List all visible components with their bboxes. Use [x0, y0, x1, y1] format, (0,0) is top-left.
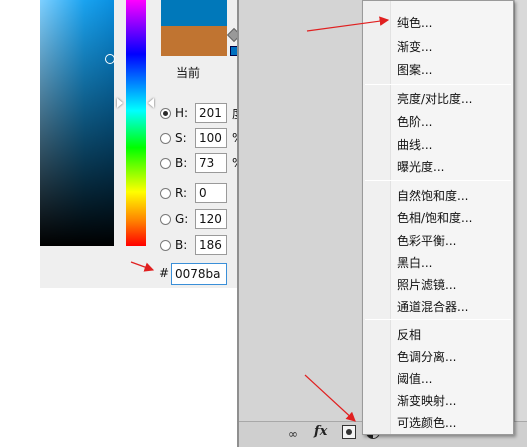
arrow-to-adjustment-button: [304, 374, 356, 422]
arrow-to-solid-color: [306, 16, 390, 32]
arrow-to-hex-field: [130, 261, 155, 272]
annotation-arrows: [130, 16, 390, 422]
